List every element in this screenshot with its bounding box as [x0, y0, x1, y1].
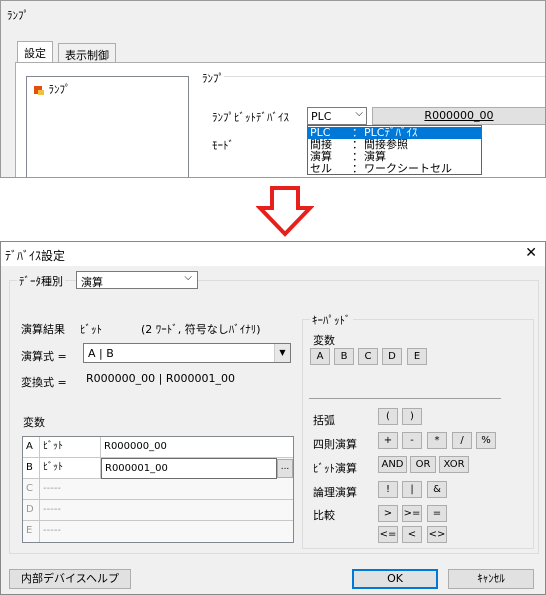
key-modulo-button[interactable]: %: [476, 432, 496, 449]
tree-item-label: ﾗﾝﾌﾟ: [48, 83, 71, 96]
option-key: セル: [310, 162, 332, 175]
key-gte-button[interactable]: >=: [402, 505, 422, 522]
mode-label: ﾓｰﾄﾞ: [212, 139, 234, 152]
dropdown-arrow-icon[interactable]: ▼: [274, 344, 290, 362]
device-settings-dialog: ﾃﾞﾊﾞｲｽ設定 ✕ ﾃﾞｰﾀ種別 演算 ⌵ 演算結果 ﾋﾞｯﾄ (2 ﾜｰﾄﾞ…: [0, 241, 546, 595]
variables-grid[interactable]: A ﾋﾞｯﾄ R000000_00 B ﾋﾞｯﾄ R000001_00 ... …: [22, 436, 294, 543]
key-pipe-button[interactable]: |: [402, 481, 422, 498]
browse-button[interactable]: ...: [277, 459, 293, 478]
browse-label: ...: [280, 462, 290, 472]
conv-value: R000000_00 | R000001_00: [86, 372, 235, 385]
internal-device-help-button[interactable]: 内部デバイスヘルプ: [9, 569, 131, 589]
bit-device-select[interactable]: PLC ⌵: [307, 107, 367, 125]
result-desc: (2 ﾜｰﾄﾞ, 符号なしﾊﾞｲﾅﾘ): [141, 323, 261, 336]
settings-panel: ﾗﾝﾌﾟ ﾗﾝﾌﾟ ﾗﾝﾌﾟﾋﾞｯﾄﾃﾞﾊﾞｲｽ PLC ⌵ R000000_0…: [15, 62, 545, 177]
lamp-icon: [34, 86, 44, 95]
option-sep: ：: [352, 162, 363, 175]
data-type-value: 演算: [81, 276, 103, 289]
var-name: C: [23, 479, 40, 500]
key-multiply-button[interactable]: *: [427, 432, 447, 449]
close-icon[interactable]: ✕: [525, 245, 537, 261]
var-device[interactable]: R000000_00: [101, 437, 293, 458]
tab-label: 表示制御: [65, 49, 109, 62]
bit-device-dropdown[interactable]: PLC ： PLCﾃﾞﾊﾞｲｽ 間接 ： 間接参照 演算 ： 演算 セル ： ワ…: [307, 125, 482, 175]
option-desc: ワークシートセル: [364, 162, 452, 175]
help-button-label: 内部デバイスヘルプ: [21, 572, 119, 585]
arith-label: 四則演算: [313, 438, 357, 451]
data-type-select[interactable]: 演算 ⌵: [76, 271, 198, 289]
var-type[interactable]: ﾋﾞｯﾄ: [40, 437, 101, 458]
key-or-button[interactable]: OR: [410, 456, 436, 473]
lamp-group-label: ﾗﾝﾌﾟ: [202, 72, 224, 85]
keypad-divider: [309, 398, 501, 399]
keypad-vars-label: 変数: [313, 334, 335, 347]
expression-value: A | B: [88, 347, 114, 360]
key-eq-button[interactable]: =: [427, 505, 447, 522]
tab-settings[interactable]: 設定: [17, 41, 53, 63]
key-close-paren-button[interactable]: ): [402, 408, 422, 425]
var-type: -----: [43, 525, 62, 536]
key-divide-button[interactable]: /: [452, 432, 472, 449]
key-e-button[interactable]: E: [407, 348, 427, 365]
tab-label: 設定: [24, 47, 46, 60]
conv-label: 変換式 =: [21, 376, 67, 389]
lamp-settings-window: ﾗﾝﾌﾟ 設定 表示制御 ﾗﾝﾌﾟ ﾗﾝﾌﾟ ﾗﾝﾌﾟﾋﾞｯﾄﾃﾞﾊﾞｲｽ PL…: [0, 0, 546, 178]
bit-device-value: PLC: [311, 110, 332, 123]
ok-button-label: OK: [387, 572, 403, 585]
expr-label: 演算式 =: [21, 350, 67, 363]
device-button[interactable]: R000000_00: [372, 107, 545, 125]
bit-op-label: ﾋﾞｯﾄ演算: [313, 462, 357, 475]
key-a-button[interactable]: A: [310, 348, 330, 365]
ok-button[interactable]: OK: [352, 569, 438, 589]
down-arrow-icon: [256, 186, 314, 237]
device-button-label: R000000_00: [424, 109, 494, 122]
dialog-title: ﾃﾞﾊﾞｲｽ設定: [5, 249, 66, 263]
key-lt-button[interactable]: <: [402, 526, 422, 543]
var-name: D: [23, 500, 40, 521]
key-open-paren-button[interactable]: (: [378, 408, 398, 425]
group-divider: [224, 76, 545, 77]
paren-label: 括弧: [313, 414, 335, 427]
key-gt-button[interactable]: >: [378, 505, 398, 522]
tab-display-control[interactable]: 表示制御: [58, 43, 116, 63]
var-type[interactable]: ﾋﾞｯﾄ: [40, 458, 101, 479]
dialog-titlebar: ﾃﾞﾊﾞｲｽ設定 ✕: [1, 242, 545, 266]
key-xor-button[interactable]: XOR: [439, 456, 469, 473]
chevron-down-icon: ⌵: [355, 108, 363, 119]
var-type: -----: [40, 500, 293, 521]
result-label: 演算結果: [21, 323, 65, 336]
cancel-button[interactable]: ｷｬﾝｾﾙ: [448, 569, 534, 589]
dropdown-option-indirect[interactable]: 間接 ： 間接参照: [308, 139, 481, 151]
key-amp-button[interactable]: &: [427, 481, 447, 498]
key-plus-button[interactable]: +: [378, 432, 398, 449]
key-d-button[interactable]: D: [382, 348, 402, 365]
logic-op-label: 論理演算: [313, 486, 357, 499]
window-title: ﾗﾝﾌﾟ: [7, 9, 29, 22]
dropdown-option-cell[interactable]: セル ： ワークシートセル: [308, 163, 481, 175]
key-neq-button[interactable]: <>: [427, 526, 447, 543]
bit-device-label: ﾗﾝﾌﾟﾋﾞｯﾄﾃﾞﾊﾞｲｽ: [212, 111, 289, 124]
var-type: -----: [40, 479, 293, 500]
key-not-button[interactable]: !: [378, 481, 398, 498]
var-name: A: [23, 437, 40, 458]
chevron-down-icon: ⌵: [184, 272, 192, 283]
key-minus-button[interactable]: -: [402, 432, 422, 449]
object-tree[interactable]: ﾗﾝﾌﾟ: [26, 76, 189, 177]
result-type: ﾋﾞｯﾄ: [80, 323, 102, 336]
key-lte-button[interactable]: <=: [378, 526, 398, 543]
var-device-editing[interactable]: R000001_00: [101, 458, 277, 479]
key-b-button[interactable]: B: [334, 348, 354, 365]
key-c-button[interactable]: C: [358, 348, 378, 365]
keypad-label: ｷｰﾊﾟｯﾄﾞ: [310, 312, 353, 328]
expression-input[interactable]: A | B ▼: [83, 343, 291, 363]
variables-label: 変数: [23, 416, 45, 429]
compare-label: 比較: [313, 509, 335, 522]
data-type-label: ﾃﾞｰﾀ種別: [17, 273, 65, 289]
key-and-button[interactable]: AND: [378, 456, 407, 473]
cancel-button-label: ｷｬﾝｾﾙ: [477, 572, 505, 585]
var-name: B: [23, 458, 40, 479]
var-name: E: [23, 521, 40, 542]
tree-item-lamp[interactable]: ﾗﾝﾌﾟ: [33, 81, 71, 97]
